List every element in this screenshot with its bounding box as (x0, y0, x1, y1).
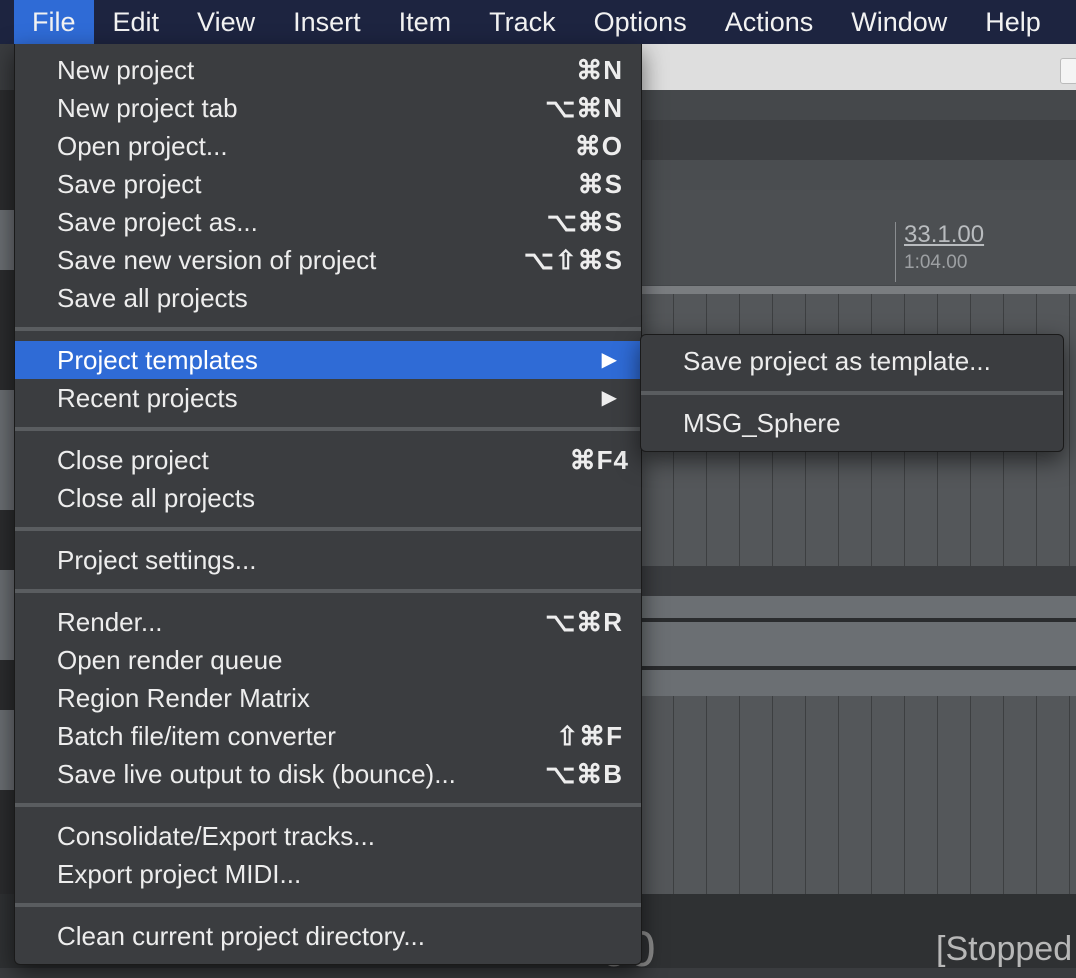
menu-item-label: Project settings... (57, 545, 257, 575)
menu-item-label: Save project as... (57, 207, 258, 237)
menu-separator (641, 391, 1063, 395)
track-lane-dark (640, 566, 1076, 596)
ruler-bar-label: 33.1.00 (904, 221, 985, 248)
file-menu-dropdown: New project ⌘N New project tab ⌥⌘N Open … (14, 44, 642, 965)
menu-item-project-settings[interactable]: Project settings... (15, 541, 641, 579)
menu-separator (15, 327, 641, 331)
submenu-item-template[interactable]: MSG_Sphere (641, 403, 1063, 443)
submenu-arrow-icon: ▶ (601, 387, 617, 409)
app-window-icon (1060, 58, 1076, 84)
menu-item-save-all-projects[interactable]: Save all projects (15, 279, 641, 317)
menu-item-label: Close project (57, 445, 209, 475)
menu-item-label: Close all projects (57, 483, 255, 513)
menu-item[interactable]: Item (380, 0, 471, 44)
menu-item-label: Open project... (57, 131, 228, 161)
menu-item-project-templates[interactable]: Project templates ▶ (15, 341, 641, 379)
shortcut-label: ⌥⌘B (545, 759, 623, 789)
menu-item-label: Recent projects (57, 383, 238, 413)
menu-item-export-midi[interactable]: Export project MIDI... (15, 855, 641, 893)
menu-edit[interactable]: Edit (94, 0, 179, 44)
menu-item-clean-directory[interactable]: Clean current project directory... (15, 917, 641, 955)
ruler-region-lane (640, 120, 1076, 160)
submenu-item-save-as-template[interactable]: Save project as template... (641, 341, 1063, 381)
submenu-item-label: Save project as template... (683, 346, 991, 376)
track-control-panel (0, 90, 14, 968)
menu-separator (15, 903, 641, 907)
menu-item-label: Save new version of project (57, 245, 377, 275)
menu-window[interactable]: Window (832, 0, 966, 44)
menu-item-render[interactable]: Render... ⌥⌘R (15, 603, 641, 641)
menu-item-batch-converter[interactable]: Batch file/item converter ⇧⌘F (15, 717, 641, 755)
window-titlebar (600, 44, 1076, 90)
menu-item-label: Project templates (57, 345, 258, 375)
timeline-ruler[interactable] (640, 190, 1076, 285)
menu-item-label: Export project MIDI... (57, 859, 302, 889)
shortcut-label: ⌘O (574, 131, 623, 161)
menu-item-label: Save live output to disk (bounce)... (57, 759, 456, 789)
shortcut-label: ⌘F4 (569, 445, 629, 475)
menu-item-new-project-tab[interactable]: New project tab ⌥⌘N (15, 89, 641, 127)
menu-item-label: New project (57, 55, 195, 85)
ruler-marker-lane (640, 160, 1076, 190)
menu-separator (15, 427, 641, 431)
menu-separator (15, 589, 641, 593)
menu-file[interactable]: File (14, 0, 94, 44)
menu-help[interactable]: Help (966, 0, 1060, 44)
shortcut-label: ⌥⌘S (546, 207, 623, 237)
menu-item-label: Clean current project directory... (57, 921, 425, 951)
menu-item-label: Consolidate/Export tracks... (57, 821, 375, 851)
media-item-waveform[interactable] (640, 596, 1076, 696)
menu-item-label: New project tab (57, 93, 238, 123)
menu-item-open-render-queue[interactable]: Open render queue (15, 641, 641, 679)
menu-item-close-project[interactable]: Close project ⌘F4 (15, 441, 641, 479)
menu-item-open-project[interactable]: Open project... ⌘O (15, 127, 641, 165)
track-separator (640, 286, 1076, 294)
menu-item-consolidate-export[interactable]: Consolidate/Export tracks... (15, 817, 641, 855)
menu-insert[interactable]: Insert (274, 0, 380, 44)
menu-item-label: Open render queue (57, 645, 283, 675)
menu-item-close-all-projects[interactable]: Close all projects (15, 479, 641, 517)
menu-options[interactable]: Options (575, 0, 706, 44)
menu-item-save-project-as[interactable]: Save project as... ⌥⌘S (15, 203, 641, 241)
ruler-tick (895, 222, 896, 282)
menu-item-label: Save all projects (57, 283, 248, 313)
menu-track[interactable]: Track (470, 0, 575, 44)
menu-view[interactable]: View (178, 0, 274, 44)
shortcut-label: ⇧⌘F (556, 721, 623, 751)
project-templates-submenu: Save project as template... MSG_Sphere (640, 334, 1064, 452)
ruler-time-label: 1:04.00 (904, 252, 968, 273)
menu-item-region-render-matrix[interactable]: Region Render Matrix (15, 679, 641, 717)
transport-status: [Stopped (936, 930, 1073, 968)
submenu-arrow-icon: ▶ (601, 349, 617, 371)
menu-separator (15, 527, 641, 531)
shortcut-label: ⌘S (577, 169, 623, 199)
menu-separator (15, 803, 641, 807)
menu-item-recent-projects[interactable]: Recent projects ▶ (15, 379, 641, 417)
menu-item-label: Region Render Matrix (57, 683, 310, 713)
submenu-item-label: MSG_Sphere (683, 408, 841, 438)
shortcut-label: ⌥⌘R (545, 607, 623, 637)
shortcut-label: ⌥⌘N (545, 93, 623, 123)
shortcut-label: ⌘N (576, 55, 623, 85)
menu-item-label: Render... (57, 607, 163, 637)
menu-item-save-live-output[interactable]: Save live output to disk (bounce)... ⌥⌘B (15, 755, 641, 793)
menu-actions[interactable]: Actions (706, 0, 833, 44)
menu-item-label: Batch file/item converter (57, 721, 336, 751)
menu-item-save-project[interactable]: Save project ⌘S (15, 165, 641, 203)
menu-item-label: Save project (57, 169, 202, 199)
shortcut-label: ⌥⇧⌘S (523, 245, 623, 275)
menu-item-new-project[interactable]: New project ⌘N (15, 51, 641, 89)
menu-item-save-new-version[interactable]: Save new version of project ⌥⇧⌘S (15, 241, 641, 279)
menu-bar: File Edit View Insert Item Track Options… (0, 0, 1076, 44)
